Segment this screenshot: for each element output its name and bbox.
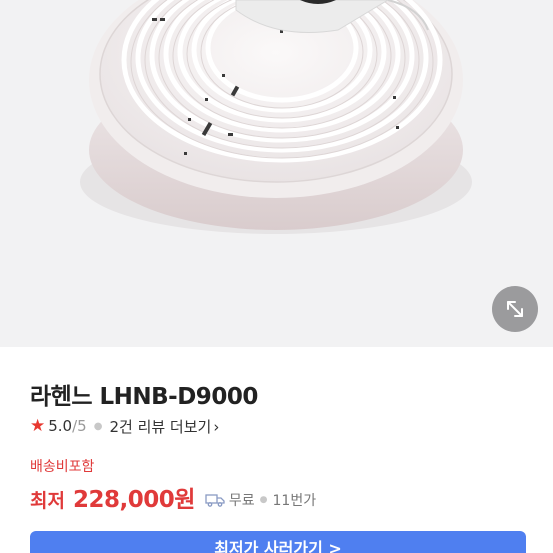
price-prefix: 최저 [30, 490, 65, 512]
expand-image-button[interactable] [492, 286, 538, 332]
reviews-link-label: 2건 리뷰 더보기 [109, 417, 212, 436]
reviews-link[interactable]: 2건 리뷰 더보기 › [109, 416, 219, 437]
rating-max: /5 [72, 417, 87, 435]
star-icon: ★ [30, 416, 46, 436]
price-row: 최저 228,000원 무료 ● 11번가 [30, 480, 316, 513]
expand-arrows-icon [507, 301, 523, 317]
separator-dot: ● [259, 495, 268, 505]
delivery-info: 무료 ● 11번가 [205, 490, 316, 510]
price-value: 228,000원 [72, 487, 195, 513]
chevron-right-icon: › [213, 417, 220, 436]
buy-lowest-price-button[interactable]: 최저가 사러가기 > [30, 531, 526, 553]
rating-score: 5.0 [48, 417, 73, 435]
truck-icon [205, 493, 225, 507]
product-image-area [0, 0, 553, 347]
delivery-fee: 무료 [228, 493, 255, 509]
product-info-panel: 라헨느 LHNB-D9000 ★ 5.0 /5 ● 2건 리뷰 더보기 › 배송비… [0, 347, 553, 553]
separator-dot: ● [93, 420, 103, 432]
product-image [80, 0, 472, 234]
product-title: 라헨느 LHNB-D9000 [30, 384, 258, 410]
seller-name: 11번가 [272, 493, 317, 509]
rating-row: ★ 5.0 /5 ● 2건 리뷰 더보기 › [30, 416, 219, 436]
shipping-included-label: 배송비포함 [30, 459, 95, 475]
